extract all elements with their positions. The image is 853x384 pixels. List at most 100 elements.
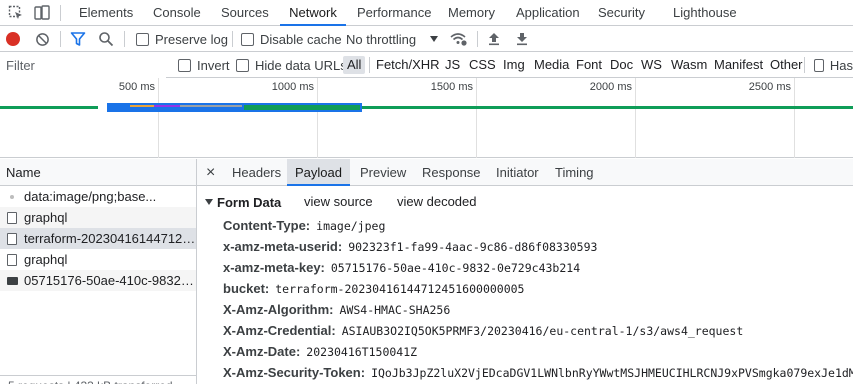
tab-headers[interactable]: Headers xyxy=(232,159,281,186)
form-field: X-Amz-Date: 20230416T150041Z xyxy=(223,343,417,361)
search-button[interactable] xyxy=(98,26,114,52)
filter-icon xyxy=(70,32,86,46)
devtools-tab-bar: Elements Console Sources Network Perform… xyxy=(0,0,853,26)
field-value: 20230416T150041Z xyxy=(306,345,418,359)
tab-security[interactable]: Security xyxy=(598,0,645,26)
type-filter-js[interactable]: JS xyxy=(441,56,464,74)
form-field: X-Amz-Algorithm: AWS4-HMAC-SHA256 xyxy=(223,301,450,319)
field-key: bucket: xyxy=(223,281,270,296)
wifi-settings-icon xyxy=(450,33,467,46)
invert-box[interactable] xyxy=(178,58,191,72)
throttling-select[interactable]: No throttling xyxy=(346,26,439,52)
request-bar-green xyxy=(244,105,360,110)
invert-checkbox[interactable]: Invert xyxy=(178,52,230,78)
form-data-section-header[interactable]: Form Data xyxy=(205,194,281,210)
filter-toggle-button[interactable] xyxy=(70,26,86,52)
toolbar-separator xyxy=(124,31,125,47)
device-toolbar-icon[interactable] xyxy=(32,3,52,23)
request-bar-orange xyxy=(130,105,154,107)
grid-line xyxy=(794,78,795,158)
form-field: X-Amz-Credential: ASIAUB3O2IQ5OK5PRMF3/20… xyxy=(223,322,743,340)
request-name: graphql xyxy=(24,210,68,225)
tab-performance[interactable]: Performance xyxy=(357,0,431,26)
field-key: X-Amz-Algorithm: xyxy=(223,302,334,317)
type-filter-fetch-xhr[interactable]: Fetch/XHR xyxy=(372,56,444,74)
filter-separator xyxy=(804,57,805,73)
type-filter-manifest[interactable]: Manifest xyxy=(710,56,767,74)
has-blocked-cookies-box[interactable] xyxy=(814,58,824,72)
filter-input[interactable] xyxy=(0,52,166,78)
type-filter-ws[interactable]: WS xyxy=(637,56,666,74)
request-row[interactable]: data:image/png;base... xyxy=(0,186,196,207)
field-value: IQoJb3JpZ2luX2VjEDcaDGV1LWNlbnRyYWwtMSJH… xyxy=(371,366,853,380)
type-filter-img[interactable]: Img xyxy=(499,56,529,74)
type-filter-css[interactable]: CSS xyxy=(465,56,500,74)
tab-response[interactable]: Response xyxy=(422,159,481,186)
grid-line xyxy=(635,78,636,158)
tab-application[interactable]: Application xyxy=(516,0,580,26)
request-detail-panel: × Headers Payload Preview Response Initi… xyxy=(197,159,853,384)
view-decoded-link[interactable]: view decoded xyxy=(397,194,477,209)
type-filter-wasm[interactable]: Wasm xyxy=(667,56,711,74)
tab-network[interactable]: Network xyxy=(280,0,346,26)
toolbar-separator xyxy=(60,31,61,47)
tab-elements[interactable]: Elements xyxy=(79,0,133,26)
request-row[interactable]: graphql xyxy=(0,207,196,228)
type-filter-font[interactable]: Font xyxy=(572,56,606,74)
section-title: Form Data xyxy=(217,194,282,210)
hide-data-urls-label: Hide data URLs xyxy=(255,57,347,73)
disable-cache-label: Disable cache xyxy=(260,31,342,47)
request-bar-purple xyxy=(154,105,180,107)
has-blocked-cookies-checkbox[interactable]: Has xyxy=(814,52,853,78)
type-filter-other[interactable]: Other xyxy=(766,56,807,74)
tab-lighthouse[interactable]: Lighthouse xyxy=(673,0,737,26)
field-value: ASIAUB3O2IQ5OK5PRMF3/20230416/eu-central… xyxy=(341,324,744,338)
tab-sources[interactable]: Sources xyxy=(221,0,269,26)
tab-payload[interactable]: Payload xyxy=(287,159,350,186)
expand-triangle-icon xyxy=(205,199,213,205)
export-har-button[interactable] xyxy=(515,26,529,52)
tab-memory[interactable]: Memory xyxy=(448,0,495,26)
tick-label: 500 ms xyxy=(118,81,155,93)
preserve-log-box[interactable] xyxy=(136,32,149,46)
document-icon xyxy=(7,254,17,266)
preserve-log-checkbox[interactable]: Preserve log xyxy=(136,26,228,52)
close-icon[interactable]: × xyxy=(206,159,215,186)
view-source-link[interactable]: view source xyxy=(304,194,373,209)
request-row[interactable]: 05715176-50ae-410c-9832-0... xyxy=(0,270,196,291)
timeline-gap xyxy=(97,105,107,110)
clear-button[interactable] xyxy=(35,26,50,52)
tick-label: 1000 ms xyxy=(271,81,314,93)
hide-data-urls-box[interactable] xyxy=(236,58,249,72)
network-conditions-button[interactable] xyxy=(450,26,468,52)
tab-console[interactable]: Console xyxy=(153,0,201,26)
request-row[interactable]: graphql xyxy=(0,249,196,270)
tab-preview[interactable]: Preview xyxy=(360,159,406,186)
network-toolbar: Preserve log Disable cache No throttling xyxy=(0,26,853,52)
field-key: X-Amz-Credential: xyxy=(223,323,336,338)
timeline-overview[interactable]: 500 ms 1000 ms 1500 ms 2000 ms 2500 ms xyxy=(0,78,853,158)
record-button[interactable] xyxy=(6,26,20,52)
disable-cache-checkbox[interactable]: Disable cache xyxy=(241,26,342,52)
throttling-value: No throttling xyxy=(346,31,417,47)
tab-initiator[interactable]: Initiator xyxy=(496,159,539,186)
form-field: x-amz-meta-key: 05715176-50ae-410c-9832-0… xyxy=(223,259,580,277)
upload-icon xyxy=(489,33,499,46)
hide-data-urls-checkbox[interactable]: Hide data URLs xyxy=(236,52,347,78)
type-filter-doc[interactable]: Doc xyxy=(606,56,637,74)
disable-cache-box[interactable] xyxy=(241,32,254,46)
toolbar-separator xyxy=(232,31,233,47)
chevron-down-icon xyxy=(430,36,439,42)
name-column-header[interactable]: Name xyxy=(0,159,196,186)
field-key: X-Amz-Date: xyxy=(223,344,301,359)
form-field: x-amz-meta-userid: 902323f1-fa99-4aac-9c8… xyxy=(223,238,597,256)
type-filter-media[interactable]: Media xyxy=(530,56,573,74)
request-name: terraform-202304161447124... xyxy=(24,231,196,246)
inspect-element-icon[interactable] xyxy=(6,3,26,23)
type-filter-all[interactable]: All xyxy=(343,56,366,74)
dot-icon xyxy=(10,195,14,199)
tab-timing[interactable]: Timing xyxy=(555,159,594,186)
field-key: Content-Type: xyxy=(223,218,311,233)
import-har-button[interactable] xyxy=(487,26,501,52)
request-row-selected[interactable]: terraform-202304161447124... xyxy=(0,228,196,249)
